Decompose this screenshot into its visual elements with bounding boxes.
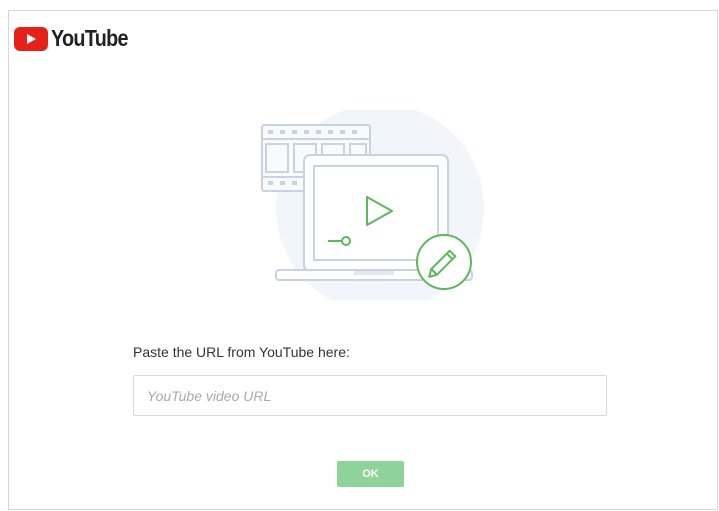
- url-prompt-label: Paste the URL from YouTube here:: [133, 344, 350, 360]
- video-laptop-illustration: [250, 104, 490, 312]
- youtube-play-icon: [14, 26, 48, 51]
- youtube-wordmark: YouTube: [51, 25, 129, 51]
- ok-button[interactable]: OK: [337, 461, 404, 487]
- pencil-edit-icon: [416, 234, 472, 290]
- youtube-url-input[interactable]: [133, 375, 607, 416]
- youtube-logo: YouTube: [14, 25, 140, 52]
